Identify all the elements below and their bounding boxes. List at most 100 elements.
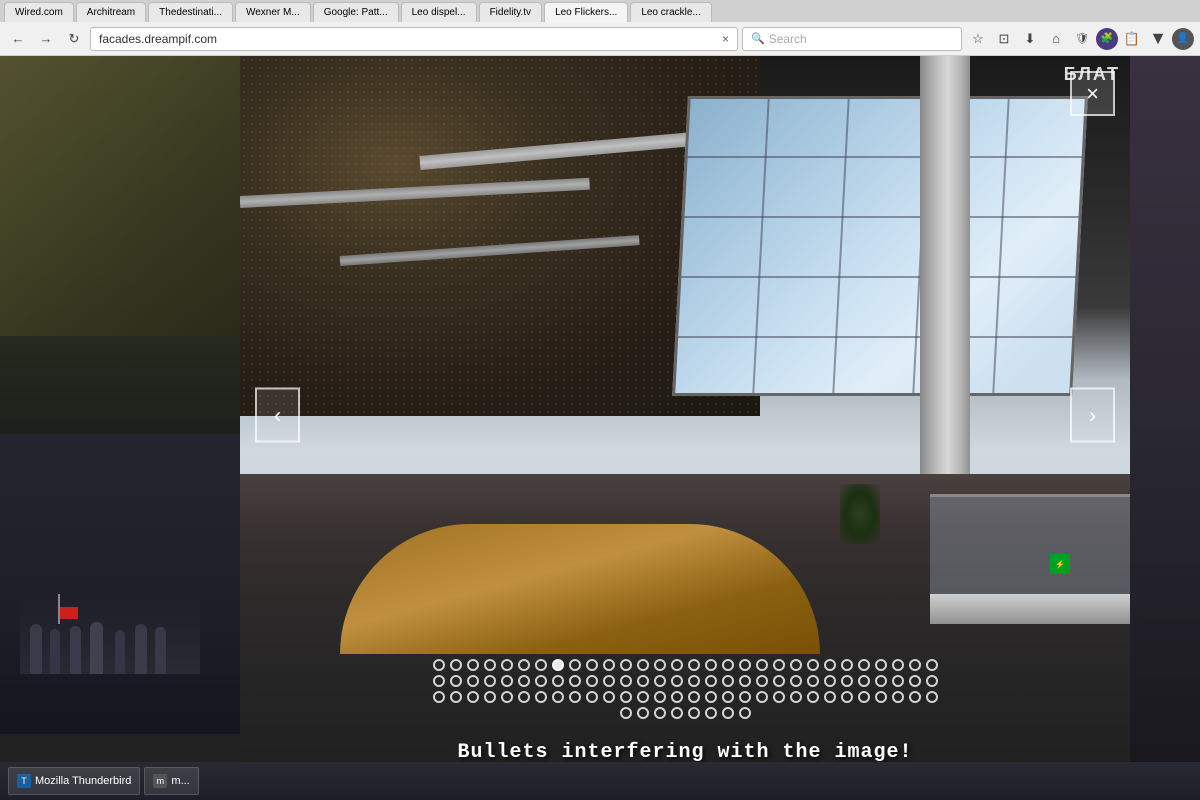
- bullet-dot[interactable]: [739, 707, 751, 719]
- bullet-dot[interactable]: [552, 691, 564, 703]
- bullet-dot[interactable]: [773, 659, 785, 671]
- bullet-dot[interactable]: [841, 659, 853, 671]
- bullet-dot[interactable]: [807, 675, 819, 687]
- forward-button[interactable]: →: [34, 27, 58, 51]
- bullet-dot[interactable]: [875, 675, 887, 687]
- bullet-dot[interactable]: [535, 675, 547, 687]
- bullet-dot[interactable]: [858, 659, 870, 671]
- tab-3[interactable]: Wexner M...: [235, 2, 311, 22]
- bullet-dot[interactable]: [705, 659, 717, 671]
- bullet-dot[interactable]: [586, 675, 598, 687]
- addon-button[interactable]: 🧩: [1096, 28, 1118, 50]
- bullet-dot[interactable]: [654, 707, 666, 719]
- bullet-dot[interactable]: [671, 691, 683, 703]
- bullet-dot[interactable]: [484, 691, 496, 703]
- bullet-dot[interactable]: [807, 691, 819, 703]
- bullet-dot[interactable]: [926, 675, 938, 687]
- bullet-dot[interactable]: [705, 691, 717, 703]
- bullet-dot[interactable]: [909, 675, 921, 687]
- bullet-dot[interactable]: [433, 659, 445, 671]
- tab-6[interactable]: Fidelity.tv: [479, 2, 543, 22]
- bullet-dot[interactable]: [671, 707, 683, 719]
- bullet-dot[interactable]: [654, 659, 666, 671]
- bullet-dot[interactable]: [620, 691, 632, 703]
- address-bar[interactable]: facades.dreampif.com ×: [90, 27, 738, 51]
- bullet-dot[interactable]: [586, 691, 598, 703]
- bullet-dot[interactable]: [722, 659, 734, 671]
- tab-1[interactable]: Architream: [76, 2, 146, 22]
- bullet-dot[interactable]: [909, 691, 921, 703]
- bullet-dot[interactable]: [501, 675, 513, 687]
- bullet-dot[interactable]: [450, 691, 462, 703]
- bullet-dot[interactable]: [705, 675, 717, 687]
- taskbar-item-m[interactable]: m m...: [144, 767, 198, 795]
- bullet-dot[interactable]: [637, 659, 649, 671]
- bullet-dot[interactable]: [569, 675, 581, 687]
- tab-4[interactable]: Google: Patt...: [313, 2, 399, 22]
- bullet-dot[interactable]: [569, 691, 581, 703]
- person-button[interactable]: 👤: [1172, 28, 1194, 50]
- bullet-dot[interactable]: [892, 675, 904, 687]
- bullet-dot[interactable]: [722, 675, 734, 687]
- bullet-dot[interactable]: [909, 659, 921, 671]
- bullet-dot[interactable]: [467, 691, 479, 703]
- bullet-dot[interactable]: [824, 659, 836, 671]
- search-bar[interactable]: 🔍 Search: [742, 27, 962, 51]
- bullet-dot[interactable]: [841, 675, 853, 687]
- home-button[interactable]: ⌂: [1044, 27, 1068, 51]
- bullet-dot[interactable]: [688, 691, 700, 703]
- lightbox-next-button[interactable]: ›: [1070, 388, 1115, 443]
- back-button[interactable]: ←: [6, 27, 30, 51]
- bullet-dot[interactable]: [705, 707, 717, 719]
- bullet-dot[interactable]: [484, 659, 496, 671]
- bullet-dot[interactable]: [450, 659, 462, 671]
- bullet-dot[interactable]: [603, 691, 615, 703]
- bullet-dot[interactable]: [807, 659, 819, 671]
- bullet-dot[interactable]: [892, 659, 904, 671]
- bullet-dot[interactable]: [637, 675, 649, 687]
- bullet-dot[interactable]: [773, 675, 785, 687]
- lightbox-close-button[interactable]: ×: [1070, 71, 1115, 116]
- bullet-dot[interactable]: [467, 659, 479, 671]
- bullet-dot[interactable]: [518, 691, 530, 703]
- bullet-dot[interactable]: [467, 675, 479, 687]
- bullet-dot[interactable]: [671, 659, 683, 671]
- bullet-dot[interactable]: [926, 691, 938, 703]
- copy-button[interactable]: 📋: [1120, 27, 1144, 51]
- bullet-dot[interactable]: [654, 691, 666, 703]
- bullet-dot[interactable]: [875, 691, 887, 703]
- bullet-dot[interactable]: [773, 691, 785, 703]
- bullet-dot[interactable]: [535, 659, 547, 671]
- shield-button[interactable]: 🛡: [1070, 27, 1094, 51]
- bullet-dot[interactable]: [535, 691, 547, 703]
- bullet-dot[interactable]: [484, 675, 496, 687]
- bullet-dot[interactable]: [858, 675, 870, 687]
- bullet-dot[interactable]: [824, 675, 836, 687]
- close-address-icon[interactable]: ×: [722, 32, 729, 46]
- bullet-dot[interactable]: [433, 691, 445, 703]
- reload-button[interactable]: ↻: [62, 27, 86, 51]
- bullet-dot[interactable]: [433, 675, 445, 687]
- bullet-dot[interactable]: [654, 675, 666, 687]
- bullet-dot[interactable]: [501, 691, 513, 703]
- bullet-dot[interactable]: [688, 659, 700, 671]
- bullet-dot[interactable]: [739, 675, 751, 687]
- bullet-dot[interactable]: [450, 675, 462, 687]
- bullet-dot[interactable]: [501, 659, 513, 671]
- bullet-dot[interactable]: [722, 707, 734, 719]
- bullet-dot[interactable]: [671, 675, 683, 687]
- bullet-dot[interactable]: [790, 659, 802, 671]
- bullet-dot[interactable]: [603, 659, 615, 671]
- star-button[interactable]: ☆: [966, 27, 990, 51]
- taskbar-item-thunderbird[interactable]: T Mozilla Thunderbird: [8, 767, 140, 795]
- bullet-dot[interactable]: [552, 659, 564, 671]
- tab-5[interactable]: Leo dispel...: [401, 2, 477, 22]
- bullet-dot[interactable]: [620, 675, 632, 687]
- tab-2[interactable]: Thedestinati...: [148, 2, 233, 22]
- bullet-dot[interactable]: [756, 675, 768, 687]
- bullet-dot[interactable]: [756, 691, 768, 703]
- bullet-dot[interactable]: [875, 659, 887, 671]
- bookmark-button[interactable]: ⊡: [992, 27, 1016, 51]
- bullet-dot[interactable]: [892, 691, 904, 703]
- bullet-dot[interactable]: [756, 659, 768, 671]
